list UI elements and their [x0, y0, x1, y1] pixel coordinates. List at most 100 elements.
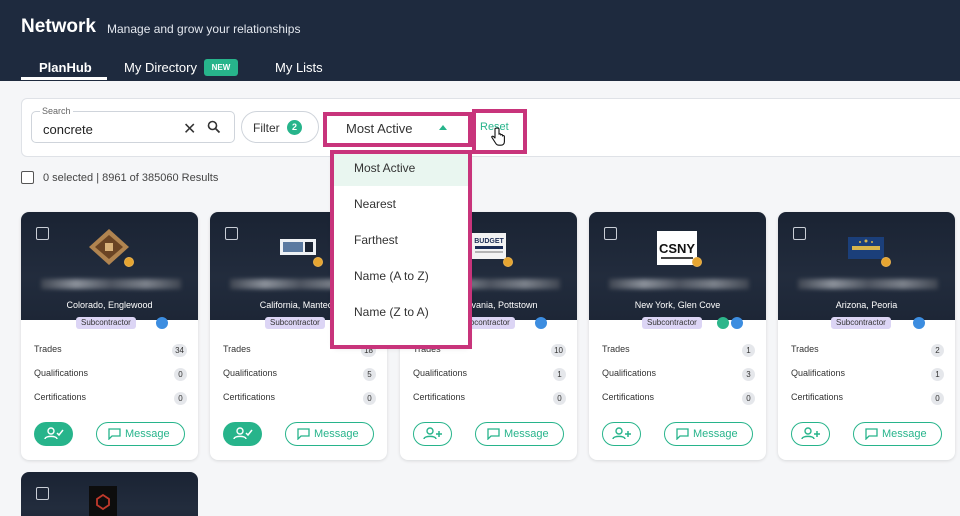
- search-icon[interactable]: [207, 120, 221, 134]
- message-icon: [487, 428, 500, 440]
- check-circle-icon: [717, 317, 729, 329]
- company-card[interactable]: [21, 472, 198, 516]
- add-user-icon: [423, 427, 442, 440]
- stat-count-qualifications: 1: [931, 368, 944, 381]
- filter-count-badge: 2: [287, 120, 302, 135]
- link-icon: [731, 317, 743, 329]
- connected-button[interactable]: [34, 422, 73, 446]
- connect-button[interactable]: [791, 422, 830, 446]
- stat-count-qualifications: 0: [174, 368, 187, 381]
- reset-highlight-box: [472, 109, 527, 154]
- company-card[interactable]: Arizona, Peoria Subcontractor Trades 2 Q…: [778, 212, 955, 460]
- page-subtitle: Manage and grow your relationships: [107, 22, 301, 36]
- stat-label-qualifications: Qualifications: [791, 368, 846, 378]
- verified-badge-icon: [881, 257, 891, 267]
- stat-label-certifications: Certifications: [602, 392, 655, 402]
- message-button[interactable]: Message: [853, 422, 942, 446]
- message-icon: [865, 428, 878, 440]
- sort-highlight-box: [323, 112, 472, 147]
- blurred-company-name: [609, 279, 749, 289]
- stat-label-qualifications: Qualifications: [34, 368, 89, 378]
- stat-label-trades: Trades: [223, 344, 251, 354]
- card-location: Arizona, Peoria: [835, 300, 898, 310]
- message-button[interactable]: Message: [664, 422, 753, 446]
- stat-count-qualifications: 3: [742, 368, 755, 381]
- stat-label-certifications: Certifications: [791, 392, 844, 402]
- stat-count-qualifications: 5: [363, 368, 376, 381]
- message-button[interactable]: Message: [475, 422, 564, 446]
- message-button[interactable]: Message: [96, 422, 185, 446]
- tab-my-directory[interactable]: My Directory: [124, 60, 197, 75]
- stat-count-qualifications: 1: [553, 368, 566, 381]
- company-card[interactable]: Colorado, Englewood Subcontractor Trades…: [21, 212, 198, 460]
- user-check-icon: [233, 427, 253, 440]
- company-card[interactable]: CSNY New York, Glen Cove Subcontractor T…: [589, 212, 766, 460]
- card-location: Colorado, Englewood: [66, 300, 153, 310]
- tab-planhub[interactable]: PlanHub: [39, 60, 92, 75]
- stat-label-trades: Trades: [34, 344, 62, 354]
- company-logo: [89, 486, 117, 516]
- verified-badge-icon: [313, 257, 323, 267]
- add-user-icon: [612, 427, 631, 440]
- card-checkbox[interactable]: [793, 227, 806, 240]
- stat-label-certifications: Certifications: [34, 392, 87, 402]
- search-label: Search: [40, 106, 73, 116]
- stat-count-certifications: 0: [742, 392, 755, 405]
- user-check-icon: [44, 427, 64, 440]
- message-icon: [676, 428, 689, 440]
- message-button[interactable]: Message: [285, 422, 374, 446]
- stat-count-certifications: 0: [174, 392, 187, 405]
- dropdown-highlight-box: [330, 150, 472, 349]
- card-location: New York, Glen Cove: [634, 300, 721, 310]
- verified-badge-icon: [503, 257, 513, 267]
- select-all-checkbox[interactable]: [21, 171, 34, 184]
- card-checkbox[interactable]: [36, 487, 49, 500]
- page-title: Network: [21, 16, 96, 37]
- new-badge: NEW: [204, 59, 238, 76]
- stat-label-qualifications: Qualifications: [602, 368, 657, 378]
- stat-label-qualifications: Qualifications: [223, 368, 278, 378]
- card-checkbox[interactable]: [225, 227, 238, 240]
- message-label: Message: [882, 428, 927, 440]
- stat-label-trades: Trades: [791, 344, 819, 354]
- search-value[interactable]: concrete: [43, 122, 93, 137]
- stat-count-trades: 2: [931, 344, 944, 357]
- stat-label-certifications: Certifications: [223, 392, 276, 402]
- message-label: Message: [314, 428, 359, 440]
- stat-count-certifications: 0: [931, 392, 944, 405]
- active-tab-indicator: [21, 77, 107, 80]
- stat-label-trades: Trades: [602, 344, 630, 354]
- stat-count-trades: 1: [742, 344, 755, 357]
- connected-button[interactable]: [223, 422, 262, 446]
- connect-button[interactable]: [413, 422, 452, 446]
- logo-text: CSNY: [659, 241, 695, 256]
- blurred-company-name: [41, 279, 181, 289]
- results-count: 0 selected | 8961 of 385060 Results: [43, 172, 219, 184]
- connect-button[interactable]: [602, 422, 641, 446]
- type-badge: Subcontractor: [76, 317, 136, 329]
- tab-my-lists[interactable]: My Lists: [275, 60, 323, 75]
- filter-label: Filter: [253, 121, 280, 135]
- type-badge: Subcontractor: [265, 317, 325, 329]
- logo-text: BUDGET: [474, 238, 504, 245]
- message-label: Message: [504, 428, 549, 440]
- type-badge: Subcontractor: [831, 317, 891, 329]
- add-user-icon: [801, 427, 820, 440]
- link-icon: [156, 317, 168, 329]
- link-icon: [535, 317, 547, 329]
- type-badge: Subcontractor: [642, 317, 702, 329]
- message-icon: [108, 428, 121, 440]
- card-checkbox[interactable]: [604, 227, 617, 240]
- message-icon: [297, 428, 310, 440]
- stat-count-certifications: 0: [553, 392, 566, 405]
- card-checkbox[interactable]: [36, 227, 49, 240]
- stat-count-trades: 34: [172, 344, 187, 357]
- stat-count-trades: 10: [551, 344, 566, 357]
- network-header: Network Manage and grow your relationshi…: [0, 0, 960, 81]
- message-label: Message: [125, 428, 170, 440]
- link-icon: [913, 317, 925, 329]
- close-icon[interactable]: ✕: [183, 119, 196, 139]
- message-label: Message: [693, 428, 738, 440]
- stat-count-certifications: 0: [363, 392, 376, 405]
- verified-badge-icon: [124, 257, 134, 267]
